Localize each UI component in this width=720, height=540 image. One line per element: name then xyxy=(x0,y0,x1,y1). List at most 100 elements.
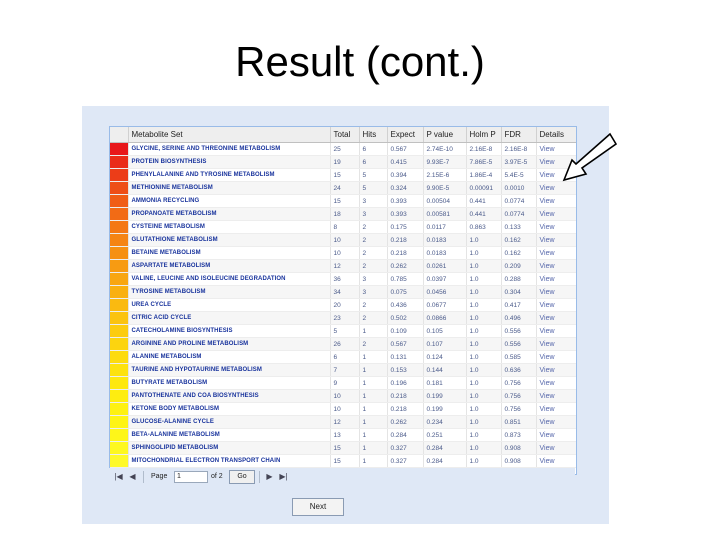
p-value-cell: 0.0183 xyxy=(423,246,467,260)
table-row[interactable]: GLUCOSE-ALANINE CYCLE 12 1 0.262 0.234 1.0 0.8… xyxy=(110,415,576,429)
details-link[interactable]: View xyxy=(536,207,576,221)
details-link[interactable]: View xyxy=(536,441,576,455)
details-link[interactable]: View xyxy=(536,311,576,325)
table-row[interactable]: GLUTATHIONE METABOLISM 10 2 0.218 0.0183 1.0 0… xyxy=(110,233,576,247)
table-row[interactable]: MITOCHONDRIAL ELECTRON TRANSPORT CHAIN 15… xyxy=(110,454,576,468)
details-link[interactable]: View xyxy=(536,259,576,273)
metabolite-set-cell: AMMONIA RECYCLING xyxy=(128,194,331,208)
fdr-cell: 0.0774 xyxy=(501,194,537,208)
pager-separator xyxy=(143,471,144,483)
page-number-input[interactable]: 1 xyxy=(174,471,208,483)
p-value-cell: 9.93E-7 xyxy=(423,155,467,169)
metabolite-set-cell: TYROSINE METABOLISM xyxy=(128,285,331,299)
p-value-cell: 2.15E-6 xyxy=(423,168,467,182)
column-header-fdr[interactable]: FDR xyxy=(501,127,537,143)
expect-cell: 0.284 xyxy=(387,428,424,442)
significance-color-swatch xyxy=(110,350,129,364)
fdr-cell: 5.4E-5 xyxy=(501,168,537,182)
table-row[interactable]: TAURINE AND HYPOTAURINE METABOLISM 7 1 0.15… xyxy=(110,363,576,377)
details-link[interactable]: View xyxy=(536,233,576,247)
results-grid: Metabolite Set Total Hits Expect P value… xyxy=(109,126,577,475)
next-button[interactable]: Next xyxy=(292,498,344,516)
table-row[interactable]: BETAINE METABOLISM 10 2 0.218 0.0183 1.0 0.162… xyxy=(110,246,576,260)
details-link[interactable]: View xyxy=(536,428,576,442)
table-row[interactable]: ARGININE AND PROLINE METABOLISM 26 2 0.567 0… xyxy=(110,337,576,351)
details-link[interactable]: View xyxy=(536,272,576,286)
details-link[interactable]: View xyxy=(536,337,576,351)
table-row[interactable]: TYROSINE METABOLISM 34 3 0.075 0.0456 1.0 0.30… xyxy=(110,285,576,299)
p-value-cell: 0.0117 xyxy=(423,220,467,234)
table-row[interactable]: KETONE BODY METABOLISM 10 1 0.218 0.199 1.0 0.… xyxy=(110,402,576,416)
fdr-cell: 0.873 xyxy=(501,428,537,442)
hits-cell: 1 xyxy=(359,428,388,442)
table-header-row: Metabolite Set Total Hits Expect P value… xyxy=(110,127,576,143)
table-row[interactable]: METHIONINE METABOLISM 24 5 0.324 9.90E-5 0.00… xyxy=(110,181,576,195)
expect-cell: 0.175 xyxy=(387,220,424,234)
holm-p-cell: 7.86E-5 xyxy=(466,155,502,169)
details-link[interactable]: View xyxy=(536,363,576,377)
details-link[interactable]: View xyxy=(536,285,576,299)
hits-cell: 2 xyxy=(359,246,388,260)
table-row[interactable]: CATECHOLAMINE BIOSYNTHESIS 5 1 0.109 0.105 1.… xyxy=(110,324,576,338)
next-page-icon[interactable]: ▶ xyxy=(264,471,275,482)
metabolite-set-cell: PHENYLALANINE AND TYROSINE METABOLISM xyxy=(128,168,331,182)
table-row[interactable]: UREA CYCLE 20 2 0.436 0.0677 1.0 0.417 View xyxy=(110,298,576,312)
p-value-cell: 0.144 xyxy=(423,363,467,377)
column-header-expect[interactable]: Expect xyxy=(387,127,424,143)
p-value-cell: 0.199 xyxy=(423,402,467,416)
table-row[interactable]: ASPARTATE METABOLISM 12 2 0.262 0.0261 1.0 0.2… xyxy=(110,259,576,273)
expect-cell: 0.218 xyxy=(387,233,424,247)
table-row[interactable]: BETA-ALANINE METABOLISM 13 1 0.284 0.251 1.0 0… xyxy=(110,428,576,442)
details-link[interactable]: View xyxy=(536,402,576,416)
arrow-pointer-icon xyxy=(562,132,618,182)
p-value-cell: 0.0456 xyxy=(423,285,467,299)
column-header-holm-p[interactable]: Holm P xyxy=(466,127,502,143)
table-row[interactable]: PANTOTHENATE AND COA BIOSYNTHESIS 10 1 0.21… xyxy=(110,389,576,403)
details-link[interactable]: View xyxy=(536,246,576,260)
column-header-hits[interactable]: Hits xyxy=(359,127,388,143)
total-cell: 15 xyxy=(330,441,360,455)
column-header-metabolite-set[interactable]: Metabolite Set xyxy=(128,127,331,143)
fdr-cell: 0.496 xyxy=(501,311,537,325)
fdr-cell: 0.585 xyxy=(501,350,537,364)
table-row[interactable]: BUTYRATE METABOLISM 9 1 0.196 0.181 1.0 0.756 V… xyxy=(110,376,576,390)
details-link[interactable]: View xyxy=(536,298,576,312)
page-count-label: of 2 xyxy=(211,473,223,480)
details-link[interactable]: View xyxy=(536,415,576,429)
column-header-total[interactable]: Total xyxy=(330,127,360,143)
expect-cell: 0.327 xyxy=(387,454,424,468)
fdr-cell: 3.97E-5 xyxy=(501,155,537,169)
metabolite-set-cell: TAURINE AND HYPOTAURINE METABOLISM xyxy=(128,363,331,377)
details-link[interactable]: View xyxy=(536,220,576,234)
expect-cell: 0.153 xyxy=(387,363,424,377)
table-row[interactable]: PHENYLALANINE AND TYROSINE METABOLISM 15 5… xyxy=(110,168,576,182)
prev-page-icon[interactable]: ◀ xyxy=(127,471,138,482)
last-page-icon[interactable]: ▶| xyxy=(278,471,289,482)
table-row[interactable]: SPHINGOLIPID METABOLISM 15 1 0.327 0.284 1.0 0… xyxy=(110,441,576,455)
table-row[interactable]: CYSTEINE METABOLISM 8 2 0.175 0.0117 0.863 0.1… xyxy=(110,220,576,234)
table-row[interactable]: PROTEIN BIOSYNTHESIS 19 6 0.415 9.93E-7 7.86E… xyxy=(110,155,576,169)
details-link[interactable]: View xyxy=(536,389,576,403)
table-row[interactable]: PROPANOATE METABOLISM 18 3 0.393 0.00581 0.44… xyxy=(110,207,576,221)
table-row[interactable]: CITRIC ACID CYCLE 23 2 0.502 0.0866 1.0 0.496 V… xyxy=(110,311,576,325)
metabolite-set-cell: SPHINGOLIPID METABOLISM xyxy=(128,441,331,455)
details-link[interactable]: View xyxy=(536,454,576,468)
holm-p-cell: 0.441 xyxy=(466,207,502,221)
details-link[interactable]: View xyxy=(536,324,576,338)
holm-p-cell: 1.0 xyxy=(466,454,502,468)
go-button[interactable]: Go xyxy=(229,470,255,484)
table-row[interactable]: GLYCINE, SERINE AND THREONINE METABOLISM… xyxy=(110,142,576,156)
slide-title: Result (cont.) xyxy=(235,38,485,85)
table-row[interactable]: AMMONIA RECYCLING 15 3 0.393 0.00504 0.441 0.0… xyxy=(110,194,576,208)
metabolite-set-cell: METHIONINE METABOLISM xyxy=(128,181,331,195)
holm-p-cell: 1.0 xyxy=(466,428,502,442)
fdr-cell: 0.556 xyxy=(501,324,537,338)
first-page-icon[interactable]: |◀ xyxy=(113,471,124,482)
details-link[interactable]: View xyxy=(536,350,576,364)
details-link[interactable]: View xyxy=(536,194,576,208)
table-row[interactable]: VALINE, LEUCINE AND ISOLEUCINE DEGRADATI… xyxy=(110,272,576,286)
column-header-p-value[interactable]: P value xyxy=(423,127,467,143)
details-link[interactable]: View xyxy=(536,376,576,390)
table-row[interactable]: ALANINE METABOLISM 6 1 0.131 0.124 1.0 0.585 Vi… xyxy=(110,350,576,364)
fdr-cell: 0.162 xyxy=(501,233,537,247)
